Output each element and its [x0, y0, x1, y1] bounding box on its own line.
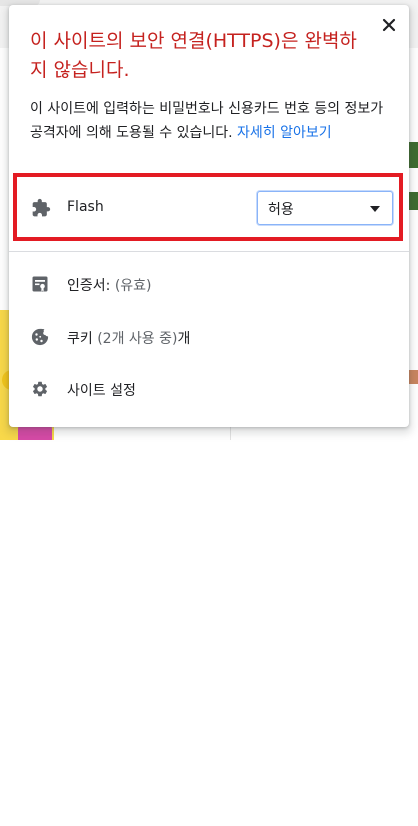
- learn-more-link[interactable]: 자세히 알아보기: [237, 125, 332, 141]
- cookies-status: (2개 사용 중): [97, 331, 178, 347]
- site-settings-label: 사이트 설정: [67, 383, 136, 399]
- cookie-icon: [31, 328, 49, 346]
- certificate-item[interactable]: 인증서: (유효): [9, 261, 409, 309]
- certificate-icon: [32, 276, 48, 292]
- close-icon: [382, 18, 396, 32]
- flash-permission-row: Flash 허용: [13, 173, 403, 241]
- divider: [9, 251, 409, 252]
- background-content-edge: [230, 426, 418, 440]
- certificate-text: 인증서: (유효): [67, 275, 152, 295]
- security-warning-description: 이 사이트에 입력하는 비밀번호나 신용카드 번호 등의 정보가 공격자에 의해…: [30, 97, 400, 145]
- flash-permission-select[interactable]: 허용: [257, 191, 393, 225]
- site-settings-item[interactable]: 사이트 설정: [9, 366, 409, 414]
- site-info-popup: 이 사이트의 보안 연결(HTTPS)은 완벽하지 않습니다. 이 사이트에 입…: [9, 5, 409, 427]
- chevron-down-icon: [370, 206, 380, 212]
- cookies-suffix: 개: [177, 331, 191, 347]
- close-button[interactable]: [379, 15, 399, 35]
- cookies-item[interactable]: 쿠키 (2개 사용 중)개: [9, 314, 409, 362]
- certificate-status: (유효): [114, 278, 152, 294]
- cookies-label: 쿠키: [67, 331, 93, 347]
- gear-icon: [32, 381, 48, 397]
- puzzle-icon: [32, 198, 51, 217]
- cookies-text: 쿠키 (2개 사용 중)개: [67, 328, 190, 348]
- flash-label: Flash: [67, 199, 104, 215]
- certificate-label: 인증서:: [67, 278, 111, 294]
- security-warning-title: 이 사이트의 보안 연결(HTTPS)은 완벽하지 않습니다.: [30, 30, 357, 81]
- flash-permission-value: 허용: [268, 202, 294, 218]
